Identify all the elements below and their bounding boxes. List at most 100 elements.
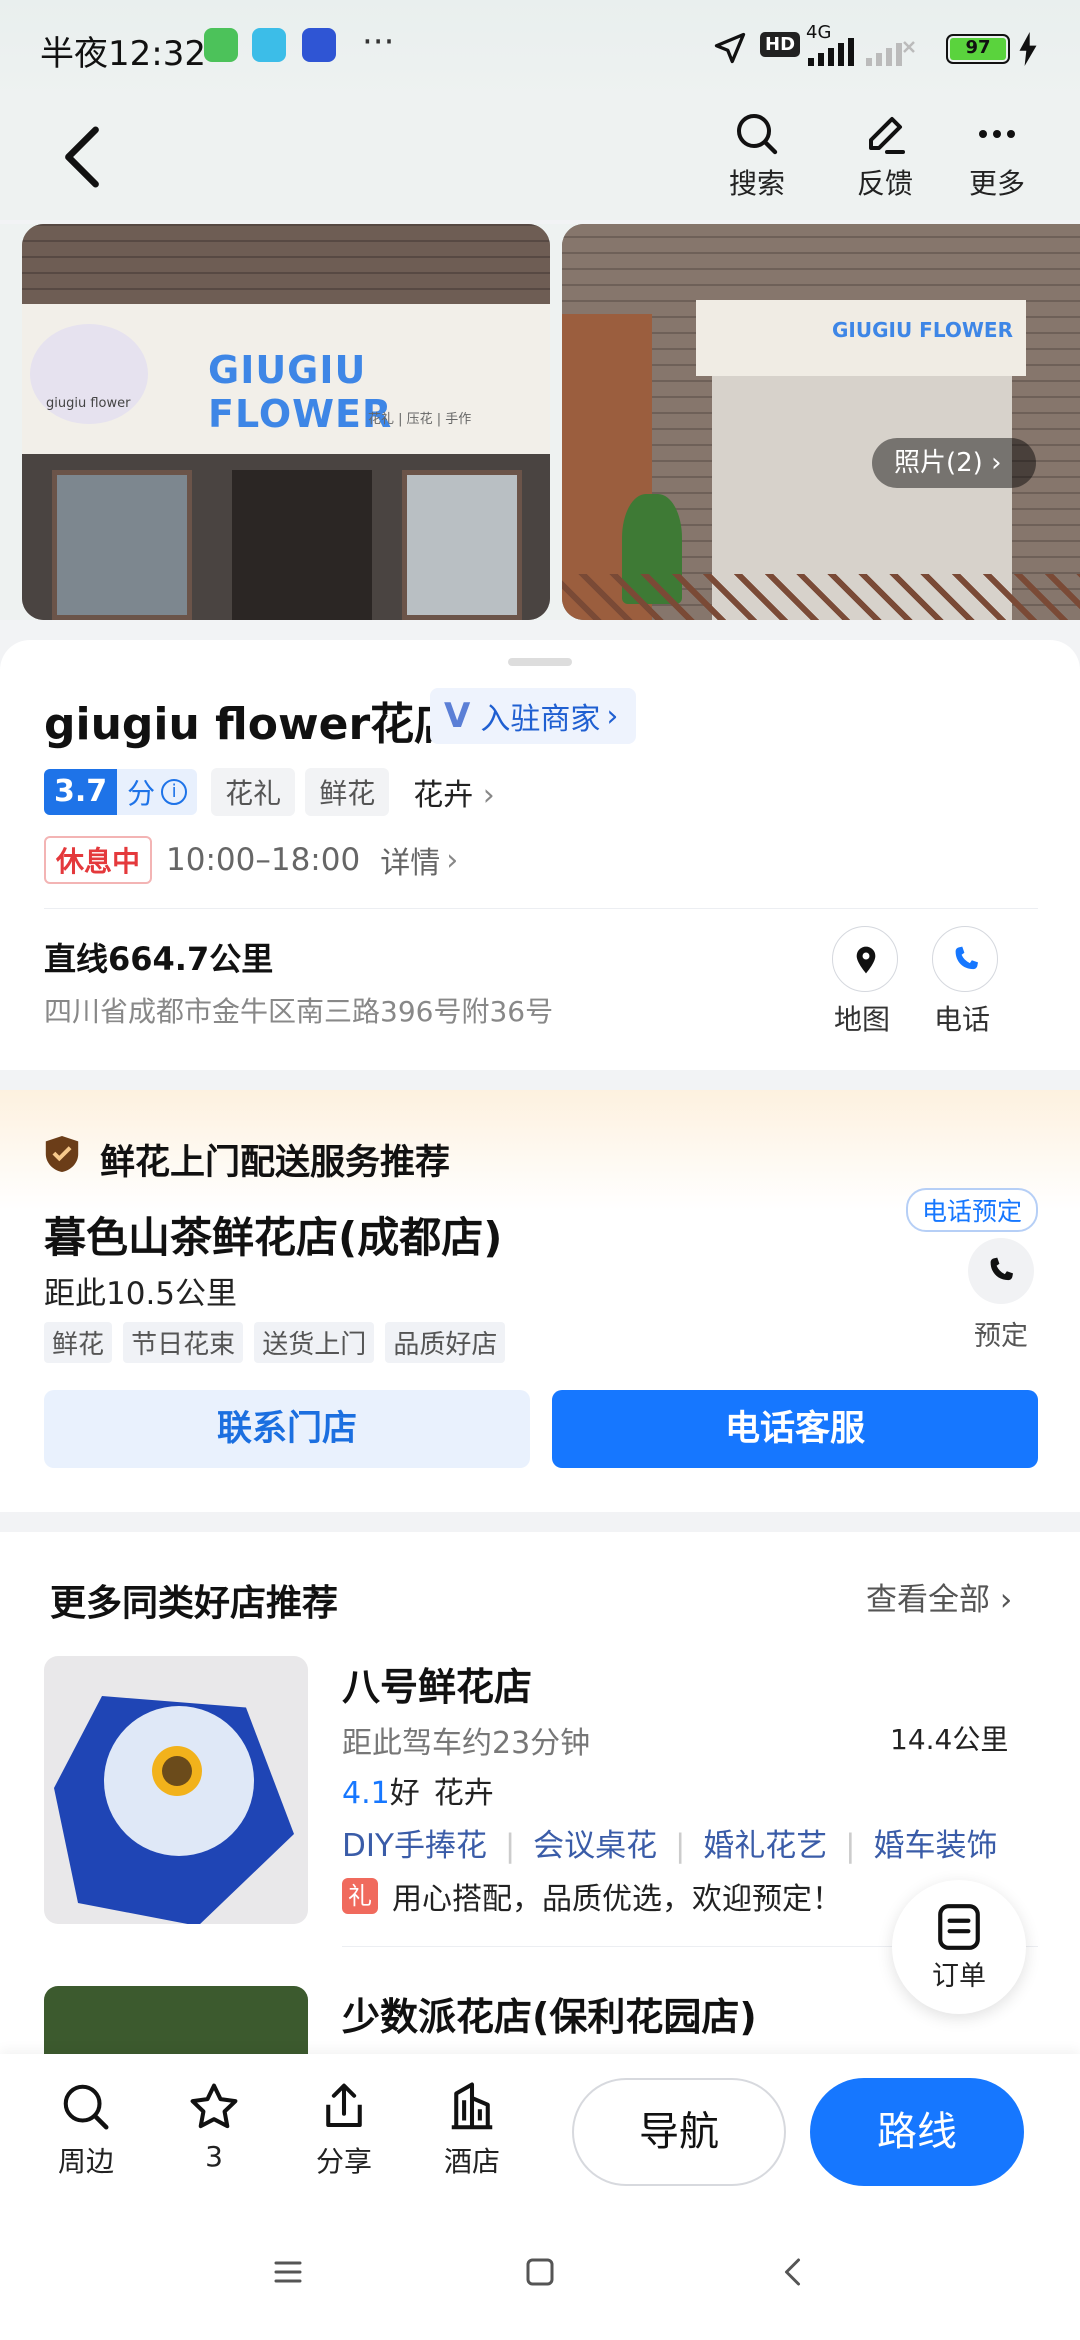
share-label: 分享 <box>315 2145 372 2178</box>
favorite-button[interactable]: 3 <box>164 2080 264 2173</box>
location-arrow-icon <box>714 32 746 64</box>
store-photo-1[interactable]: giugiu flower GIUGIU FLOWER 花礼 | 压花 | 手作 <box>22 224 550 620</box>
poi-distance: 直线664.7公里 <box>44 940 274 978</box>
open-status-badge: 休息中 <box>44 836 153 884</box>
nearby-button[interactable]: 周边 <box>36 2080 136 2180</box>
phone-label: 电话 <box>934 1003 991 1036</box>
sheet-handle[interactable] <box>508 658 572 666</box>
poi-category[interactable]: 花卉 › <box>413 770 495 814</box>
recommend-promo: 礼 用心搭配，品质优选，欢迎预定！ <box>342 1874 842 1918</box>
phone-icon <box>990 1257 1013 1281</box>
recommend-title: 更多同类好店推荐 <box>50 1583 339 1624</box>
section-gap <box>0 1070 1080 1090</box>
route-button[interactable]: 路线 <box>810 2078 1024 2186</box>
recommend-category: 花卉 <box>433 1776 494 1811</box>
book-phone-button[interactable] <box>968 1238 1034 1304</box>
details-link: 详情 <box>380 846 441 881</box>
recommend-tag: 会议桌花 <box>533 1828 658 1864</box>
poi-address[interactable]: 四川省成都市金牛区南三路396号附36号 <box>44 990 553 1030</box>
photo-gallery: giugiu flower GIUGIU FLOWER 花礼 | 压花 | 手作… <box>0 224 1080 620</box>
poi-detail-sheet: giugiu flower花店 V 入驻商家 › 3.7 分 i 花礼 鲜花 花… <box>0 640 1080 2066</box>
promo-tag: 品质好店 <box>385 1322 506 1363</box>
home-icon[interactable] <box>522 2254 558 2290</box>
back-icon[interactable] <box>62 124 102 190</box>
view-all-link[interactable]: 查看全部 › <box>866 1574 1012 1619</box>
poi-tag-1: 花礼 <box>211 768 296 816</box>
system-navigation-bar <box>0 2204 1080 2340</box>
rating-unit: 分 <box>127 777 156 810</box>
recommend-tag: DIY手捧花 <box>342 1828 487 1864</box>
battery-level: 97 <box>950 38 1006 60</box>
more-button[interactable]: 更多 <box>952 110 1042 202</box>
poi-tag-2: 鲜花 <box>305 768 390 816</box>
chevron-right-icon: › <box>991 448 1002 478</box>
tag-separator: | <box>674 1828 686 1864</box>
location-pin-icon <box>856 946 876 974</box>
top-navigation: 搜索 反馈 更多 <box>0 100 1080 220</box>
contact-store-label: 联系门店 <box>216 1409 357 1449</box>
promo-header: 鲜花上门配送服务推荐 <box>100 1143 451 1183</box>
contact-store-button[interactable]: 联系门店 <box>44 1390 530 1468</box>
charging-icon <box>1019 32 1037 66</box>
hours-row[interactable]: 休息中 10:00–18:00 详情 › <box>44 836 458 884</box>
telegram-icon <box>252 28 286 62</box>
recommend-tag: 婚车装饰 <box>873 1828 998 1864</box>
map-button[interactable] <box>832 926 898 992</box>
business-hours: 10:00–18:00 <box>166 842 361 878</box>
search-button[interactable]: 搜索 <box>712 110 802 202</box>
nearby-label: 周边 <box>57 2145 114 2178</box>
more-label: 更多 <box>968 167 1025 200</box>
map-label: 地图 <box>834 1003 891 1036</box>
section-gap <box>0 1512 1080 1532</box>
chevron-right-icon: › <box>999 1582 1013 1618</box>
back-nav-icon[interactable] <box>776 2254 812 2290</box>
promo-tags: 鲜花 节日花束 送货上门 品质好店 <box>44 1322 511 1363</box>
recommend-rating: 4.1 <box>342 1776 390 1811</box>
share-button[interactable]: 分享 <box>294 2080 394 2180</box>
store-photo-2[interactable]: GIUGIU FLOWER 照片(2) › <box>562 224 1080 620</box>
signal-icon <box>808 38 915 66</box>
store-logo: giugiu flower <box>30 324 148 424</box>
search-icon <box>63 2084 109 2130</box>
recommend-rating-row: 4.1好 花卉 <box>342 1768 494 1812</box>
merchant-badge[interactable]: V 入驻商家 › <box>430 688 637 744</box>
rating-badge[interactable]: 3.7 分 i <box>44 769 198 815</box>
feedback-label: 反馈 <box>856 167 913 200</box>
hotel-button[interactable]: 酒店 <box>422 2080 522 2180</box>
book-label: 预定 <box>974 1321 1028 1352</box>
route-label: 路线 <box>877 2109 957 2155</box>
tag-separator: | <box>845 1828 856 1864</box>
feedback-button[interactable]: 反馈 <box>840 110 930 202</box>
hotel-label: 酒店 <box>443 2145 500 2178</box>
photo-count-label: 照片(2) <box>894 448 983 478</box>
navigate-button[interactable]: 导航 <box>572 2078 786 2186</box>
store-sign-text-2: GIUGIU FLOWER <box>832 318 1013 342</box>
phone-service-button[interactable]: 电话客服 <box>552 1390 1038 1468</box>
photo-count-badge[interactable]: 照片(2) › <box>872 438 1036 488</box>
app-notification-icon <box>204 28 238 62</box>
chevron-right-icon: › <box>482 778 495 813</box>
recommend-name: 少数派花店(保利花园店) <box>342 1995 757 2039</box>
promo-tag: 节日花束 <box>123 1322 244 1363</box>
rating-word: 好 <box>389 1776 420 1811</box>
phone-button[interactable] <box>932 926 998 992</box>
menu-icon[interactable] <box>270 2254 306 2290</box>
recommend-name: 八号鲜花店 <box>342 1665 533 1709</box>
favorite-count: 3 <box>205 2140 223 2173</box>
store-sign-subtitle: 花礼 | 压花 | 手作 <box>368 412 472 427</box>
shield-check-icon <box>45 1136 79 1172</box>
phone-icon <box>955 946 978 970</box>
bottom-action-bar: 周边 3 分享 酒店 导航 路线 <box>0 2054 1080 2204</box>
recommend-tag: 婚礼花艺 <box>703 1828 828 1864</box>
battery-icon: 97 <box>946 34 1010 64</box>
app-badge-icon <box>302 28 336 62</box>
chevron-right-icon: › <box>446 842 459 878</box>
verified-v-icon: V <box>444 696 471 736</box>
recommend-promo-text: 用心搭配，品质优选，欢迎预定！ <box>392 1882 842 1917</box>
drive-time: 距此驾车约23分钟 <box>342 1726 591 1761</box>
gift-icon: 礼 <box>342 1878 378 1914</box>
star-icon <box>190 2083 238 2129</box>
promo-shop-name[interactable]: 暮色山茶鲜花店(成都店) <box>44 1204 502 1265</box>
rating-row: 3.7 分 i 花礼 鲜花 花卉 › <box>44 768 495 816</box>
hotel-building-icon <box>451 2082 493 2130</box>
